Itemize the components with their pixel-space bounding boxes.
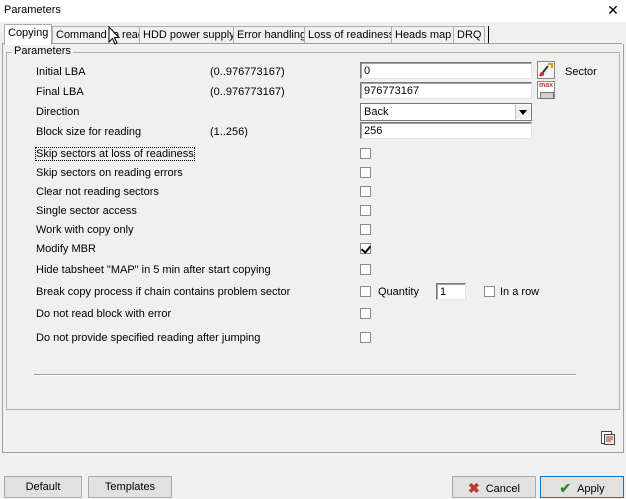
option-label[interactable]: Work with copy only	[36, 224, 134, 236]
option-checkbox[interactable]	[360, 286, 371, 297]
option-checkbox[interactable]	[360, 264, 371, 275]
in-a-row-label[interactable]: In a row	[500, 286, 539, 298]
option-checkbox[interactable]	[360, 148, 371, 159]
tab-loss-of-readiness[interactable]: Loss of readiness	[304, 26, 399, 44]
max-lba-icon[interactable]: max	[537, 81, 555, 99]
tab-label: Loss of readiness	[308, 29, 395, 41]
option-label[interactable]: Skip sectors at loss of readiness	[35, 147, 195, 161]
tab-label: Error handling	[237, 29, 307, 41]
tab-separator	[488, 26, 489, 43]
final-lba-range: (0..976773167)	[210, 86, 285, 98]
block-size-range: (1..256)	[210, 126, 248, 138]
tab-hdd-power-supply[interactable]: HDD power supply	[139, 26, 239, 44]
group-label: Parameters	[12, 45, 73, 57]
direction-label: Direction	[36, 106, 80, 118]
direction-value: Back	[364, 106, 389, 118]
option-label[interactable]: Modify MBR	[36, 243, 96, 255]
option-label[interactable]: Hide tabsheet "MAP" in 5 min after start…	[36, 264, 271, 276]
disk-glyph	[540, 92, 554, 99]
tab-heads-map[interactable]: Heads map	[391, 26, 456, 44]
default-button[interactable]: Default	[4, 476, 82, 498]
option-label[interactable]: Do not read block with error	[36, 308, 171, 320]
initial-lba-range: (0..976773167)	[210, 66, 285, 78]
apply-button[interactable]: ✔ Apply	[540, 476, 624, 498]
final-lba-input[interactable]: 976773167	[360, 82, 532, 99]
apply-button-label: Apply	[577, 483, 605, 495]
mouse-cursor-icon	[108, 26, 121, 45]
tab-label: Copying	[8, 27, 49, 39]
option-label[interactable]: Clear not reading sectors	[36, 186, 159, 198]
apply-check-icon: ✔	[559, 480, 572, 496]
option-checkbox[interactable]	[360, 167, 371, 178]
tab-label: HDD power supply	[143, 29, 235, 41]
templates-button[interactable]: Templates	[88, 476, 172, 498]
tab-label: Command to read	[56, 29, 145, 41]
tab-command-to-read[interactable]: Command to read	[52, 26, 149, 44]
save-settings-icon[interactable]	[600, 430, 616, 446]
quantity-label: Quantity	[378, 286, 419, 298]
option-label[interactable]: Do not provide specified reading after j…	[36, 332, 260, 344]
option-checkbox[interactable]	[360, 224, 371, 235]
cancel-button-label: Cancel	[485, 483, 520, 495]
option-checkbox-checked[interactable]	[360, 243, 371, 254]
option-label[interactable]: Single sector access	[36, 205, 137, 217]
block-size-input[interactable]: 256	[360, 122, 532, 139]
option-label[interactable]: Skip sectors on reading errors	[36, 167, 183, 179]
option-checkbox[interactable]	[360, 205, 371, 216]
default-button-label: Default	[25, 481, 61, 493]
tab-strip: Copying Command to read HDD power supply…	[2, 24, 622, 45]
tab-label: DRQ	[457, 29, 482, 41]
window-title: Parameters	[4, 4, 61, 16]
block-size-label: Block size for reading	[36, 126, 142, 138]
option-checkbox[interactable]	[360, 332, 371, 343]
close-icon[interactable]: ✕	[606, 2, 620, 19]
initial-lba-input[interactable]: 0	[360, 62, 532, 79]
tab-copying[interactable]: Copying	[4, 24, 53, 45]
initial-lba-label: Initial LBA	[36, 66, 86, 78]
in-a-row-checkbox[interactable]	[484, 286, 495, 297]
option-checkbox[interactable]	[360, 186, 371, 197]
final-lba-label: Final LBA	[36, 86, 84, 98]
templates-button-label: Templates	[104, 481, 156, 493]
select-sector-icon[interactable]	[537, 61, 555, 79]
divider	[34, 374, 576, 376]
title-bar: Parameters ✕	[0, 0, 626, 22]
direction-select[interactable]: Back	[360, 103, 532, 121]
sector-unit-label: Sector	[565, 66, 597, 78]
tab-drq[interactable]: DRQ	[453, 26, 486, 44]
max-icon-text: max	[539, 82, 554, 89]
option-label[interactable]: Break copy process if chain contains pro…	[36, 286, 290, 298]
cancel-button[interactable]: ✖ Cancel	[452, 476, 536, 498]
chevron-down-icon[interactable]	[515, 105, 530, 119]
option-checkbox[interactable]	[360, 308, 371, 319]
tab-error-handling[interactable]: Error handling	[233, 26, 311, 44]
tab-label: Heads map	[395, 29, 452, 41]
quantity-input[interactable]: 1	[436, 283, 466, 300]
cancel-x-icon: ✖	[468, 480, 480, 496]
